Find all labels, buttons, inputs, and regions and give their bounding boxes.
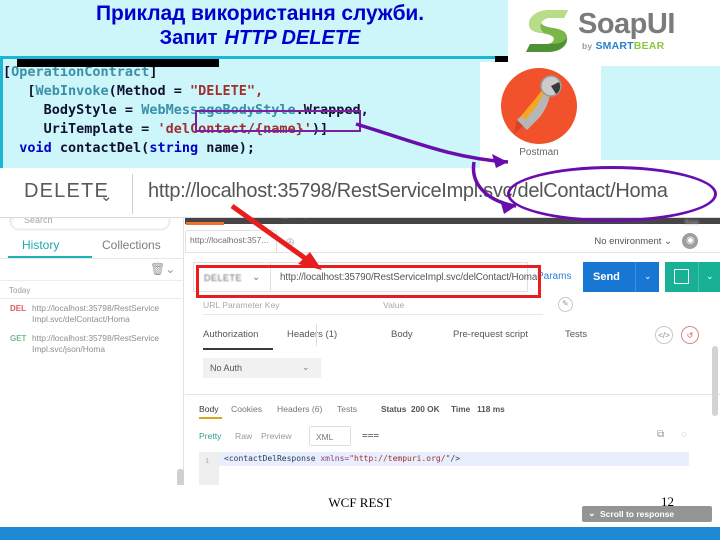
url-divider <box>132 174 133 214</box>
response-format-value: XML <box>316 432 334 442</box>
soapui-bear: BEAR <box>633 40 665 52</box>
response-tabs: Body Cookies Headers (6) Tests Status 20… <box>199 404 699 424</box>
response-tab-headers[interactable]: Headers (6) <box>277 404 322 414</box>
slide-root: Приклад використання служби. Запит HTTP D… <box>0 0 720 540</box>
copy-icon[interactable]: ⧉ <box>657 429 664 440</box>
tab-divider <box>316 324 317 346</box>
pencil-icon[interactable]: ✎ <box>558 297 573 312</box>
soapui-mark-icon <box>526 10 568 52</box>
response-format-select[interactable]: XML <box>309 426 351 446</box>
tab-headers[interactable]: Headers (1) <box>287 329 337 340</box>
tab-pre-request-script[interactable]: Pre-request script <box>453 329 528 340</box>
code-method-prop: Method = <box>116 83 190 99</box>
subtitle-http-method: HTTP DELETE <box>224 27 361 49</box>
cyan-backdrop <box>601 66 720 160</box>
response-tab-tests[interactable]: Tests <box>337 404 357 414</box>
eye-icon[interactable]: ◉ <box>682 233 698 249</box>
sidebar-tabs: History Collections <box>0 236 184 259</box>
history-method-1: GET <box>10 334 27 343</box>
tab-collections[interactable]: Collections <box>102 238 161 252</box>
page-title: Приклад використання служби. <box>96 2 424 25</box>
red-arrow-request-url <box>230 203 322 270</box>
status-label: Status <box>381 404 407 414</box>
view-mode-preview[interactable]: Preview <box>261 431 292 441</box>
scroll-to-response-label: Scroll to response <box>600 509 675 519</box>
page-subtitle: Запит HTTP DELETE <box>0 27 520 50</box>
save-dropdown[interactable]: ⌄ <box>698 262 720 292</box>
chevron-down-icon: ⌄ <box>100 188 113 205</box>
scroll-to-response-button[interactable]: ⌄ Scroll to response <box>582 506 712 522</box>
tab-history[interactable]: History <box>22 238 59 252</box>
param-divider <box>203 314 543 315</box>
code-uritemplate-prop: UriTemplate = <box>43 121 158 137</box>
history-url-1: http://localhost:35798/RestService Impl.s… <box>32 333 160 354</box>
soapui-smart: SMART <box>595 40 634 52</box>
response-toolbar: Pretty Raw Preview XML ⩶ ⧉ ◌ <box>199 426 699 448</box>
response-tab-body-underline <box>199 417 222 419</box>
zoomed-method-label: DELETE <box>24 180 110 202</box>
environment-selector[interactable]: No environment ⌄ <box>594 236 672 247</box>
param-value-input[interactable]: Value <box>383 300 404 310</box>
code-method-name: contactDel( <box>51 140 150 156</box>
save-button[interactable] <box>665 262 698 292</box>
wrap-lines-icon[interactable]: ⩶ <box>362 430 379 441</box>
auth-type-select[interactable]: No Auth ⌄ <box>203 358 321 378</box>
response-divider <box>185 394 720 395</box>
history-url-0: http://localhost:35798/RestService Impl.s… <box>32 303 160 324</box>
tab-body[interactable]: Body <box>391 329 413 340</box>
save-icon <box>674 269 689 284</box>
time-value: 118 ms <box>477 404 505 414</box>
main-scrollbar[interactable] <box>712 346 718 416</box>
soapui-logo: SoapUI by SMARTBEAR <box>508 0 720 62</box>
redaction-bar-top <box>17 59 219 67</box>
view-mode-raw[interactable]: Raw <box>235 431 252 441</box>
highlight-uritemplate-box <box>195 110 361 132</box>
postman-sidebar: ◌ Search History Collections 🗑⌄ Today DE… <box>0 204 184 531</box>
code-brackets-icon[interactable]: </> <box>655 326 673 344</box>
code-method-value: "DELETE", <box>189 83 264 99</box>
history-method-0: DEL <box>10 304 26 313</box>
soapui-by: by <box>582 41 593 51</box>
sidebar-divider-3 <box>0 298 184 299</box>
status-badge: 200 OK <box>411 404 440 414</box>
tab-authorization[interactable]: Authorization <box>203 329 258 340</box>
search-icon[interactable]: ◌ <box>681 429 687 440</box>
auth-type-value: No Auth <box>210 363 243 373</box>
tab-tests[interactable]: Tests <box>565 329 587 340</box>
response-body-line: <contactDelResponse xmlns="http://tempur… <box>219 452 689 466</box>
sidebar-divider-1 <box>0 258 184 259</box>
postman-app-screenshot: Runner Import ⊏₊ ⬈ Team ◍ ◍ Sync off Sig… <box>0 196 720 531</box>
view-mode-pretty[interactable]: Pretty <box>199 431 221 441</box>
soapui-wordmark: SoapUI <box>578 8 675 40</box>
response-tab-cookies[interactable]: Cookies <box>231 404 262 414</box>
line-number: 1 <box>205 456 210 465</box>
purple-arrow-postman <box>471 161 517 214</box>
subtitle-prefix: Запит <box>159 27 218 49</box>
code-keyword-void: void <box>19 140 52 156</box>
response-tab-body[interactable]: Body <box>199 404 219 414</box>
code-bodystyle-prop: BodyStyle = <box>43 102 142 118</box>
send-dropdown[interactable]: ⌄ <box>635 262 659 292</box>
request-detail-tabs: Authorization Headers (1) Body Pre-reque… <box>203 324 703 350</box>
chevron-down-icon: ⌄ <box>302 362 310 372</box>
footer-strip <box>0 527 720 540</box>
time-label: Time <box>451 404 471 414</box>
code-method-arg: name); <box>198 140 256 156</box>
param-key-input[interactable]: URL Parameter Key <box>203 300 280 310</box>
params-button[interactable]: Params <box>537 271 571 282</box>
response-body-text: <contactDelResponse xmlns="http://tempur… <box>224 454 461 463</box>
reset-icon[interactable]: ↺ <box>681 326 699 344</box>
chevron-down-icon: ⌄ <box>588 508 596 518</box>
code-keyword-string: string <box>149 140 199 156</box>
tab-authorization-underline <box>203 348 273 350</box>
sidebar-divider-2 <box>0 280 184 281</box>
send-button[interactable]: Send <box>583 262 635 292</box>
history-group-label: Today <box>9 286 31 295</box>
code-attribute-webinvoke: WebInvoke <box>35 83 109 99</box>
soapui-byline: by SMARTBEAR <box>582 40 664 52</box>
